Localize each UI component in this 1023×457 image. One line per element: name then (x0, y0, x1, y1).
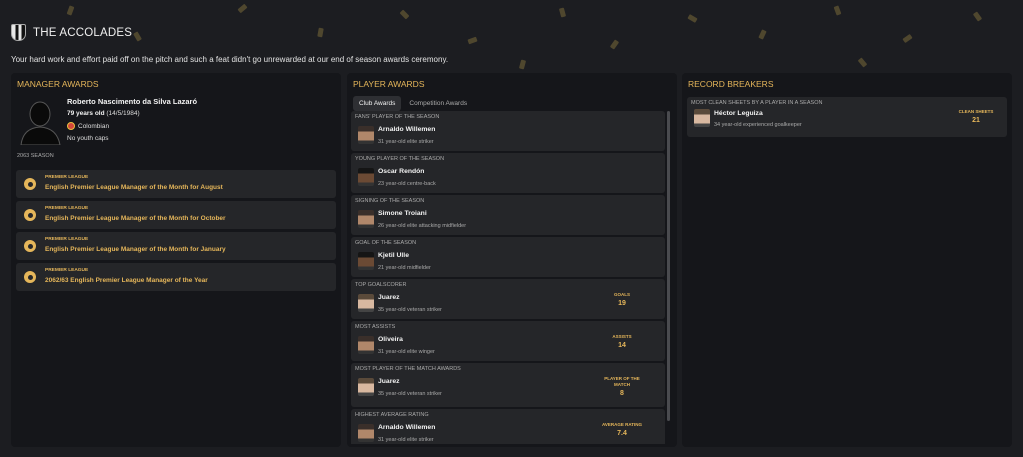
award-medal-icon (24, 240, 36, 252)
player-face-icon (358, 336, 374, 354)
stat-block: AVERAGE RATING 7.4 (601, 422, 643, 437)
tab-club-awards[interactable]: Club Awards (353, 96, 402, 111)
manager-name[interactable]: Roberto Nascimento da Silva Lazaró (67, 97, 197, 106)
list-item[interactable]: FANS' PLAYER OF THE SEASON Arnaldo Wille… (351, 111, 665, 151)
award-tabs: Club Awards Competition Awards (353, 96, 473, 111)
tab-competition-awards[interactable]: Competition Awards (403, 96, 473, 111)
player-face-icon (358, 378, 374, 396)
list-item[interactable]: YOUNG PLAYER OF THE SEASON Oscar Rendón … (351, 153, 665, 193)
manager-silhouette-icon (20, 101, 61, 145)
player-face-icon (358, 424, 374, 442)
player-awards-list: FANS' PLAYER OF THE SEASON Arnaldo Wille… (351, 111, 671, 444)
club-crest-icon (11, 24, 26, 41)
list-item[interactable]: MOST ASSISTS Oliveira 31 year-old elite … (351, 321, 665, 361)
player-face-icon (358, 210, 374, 228)
panel-title: MANAGER AWARDS (17, 79, 99, 89)
manager-award-item[interactable]: PREMIER LEAGUE English Premier League Ma… (16, 170, 336, 198)
manager-award-item[interactable]: PREMIER LEAGUE English Premier League Ma… (16, 201, 336, 229)
player-face-icon (358, 252, 374, 270)
page-subtitle: Your hard work and effort paid off on th… (11, 55, 449, 64)
list-item[interactable]: SIGNING OF THE SEASON Simone Troiani 26 … (351, 195, 665, 235)
list-item[interactable]: GOAL OF THE SEASON Kjetil Ulle 21 year-o… (351, 237, 665, 277)
list-item[interactable]: MOST PLAYER OF THE MATCH AWARDS Juarez 3… (351, 363, 665, 407)
player-awards-panel: PLAYER AWARDS Club Awards Competition Aw… (347, 73, 677, 447)
page-header: THE ACCOLADES (11, 24, 132, 41)
player-face-icon (694, 109, 710, 127)
season-label: 2063 SEASON (17, 153, 54, 159)
list-item[interactable]: MOST CLEAN SHEETS BY A PLAYER IN A SEASO… (687, 97, 1007, 137)
player-face-icon (358, 126, 374, 144)
page-title: THE ACCOLADES (33, 26, 133, 39)
player-face-icon (358, 294, 374, 312)
panel-title: PLAYER AWARDS (353, 79, 425, 89)
award-medal-icon (24, 271, 36, 283)
award-medal-icon (24, 178, 36, 190)
manager-age: 79 years old (14/5/1984) (67, 110, 140, 117)
scrollbar[interactable] (667, 111, 670, 421)
list-item[interactable]: HIGHEST AVERAGE RATING Arnaldo Willemen … (351, 409, 665, 444)
record-breakers-panel: RECORD BREAKERS MOST CLEAN SHEETS BY A P… (682, 73, 1012, 447)
list-item[interactable]: TOP GOALSCORER Juarez 35 year-old vetera… (351, 279, 665, 319)
stat-block: ASSISTS 14 (612, 334, 632, 349)
award-medal-icon (24, 209, 36, 221)
player-face-icon (358, 168, 374, 186)
stat-block: PLAYER OF THE MATCH 8 (604, 376, 640, 397)
manager-nationality: Colombian (67, 122, 109, 130)
manager-awards-panel: MANAGER AWARDS Roberto Nascimento da Sil… (11, 73, 341, 447)
manager-award-item[interactable]: PREMIER LEAGUE 2062/63 English Premier L… (16, 263, 336, 291)
manager-caps: No youth caps (67, 135, 109, 142)
flag-icon (67, 122, 75, 130)
stat-block: GOALS 19 (613, 292, 630, 307)
panel-title: RECORD BREAKERS (688, 79, 774, 89)
stat-block: CLEAN SHEETS 21 (958, 109, 994, 124)
manager-award-item[interactable]: PREMIER LEAGUE English Premier League Ma… (16, 232, 336, 260)
